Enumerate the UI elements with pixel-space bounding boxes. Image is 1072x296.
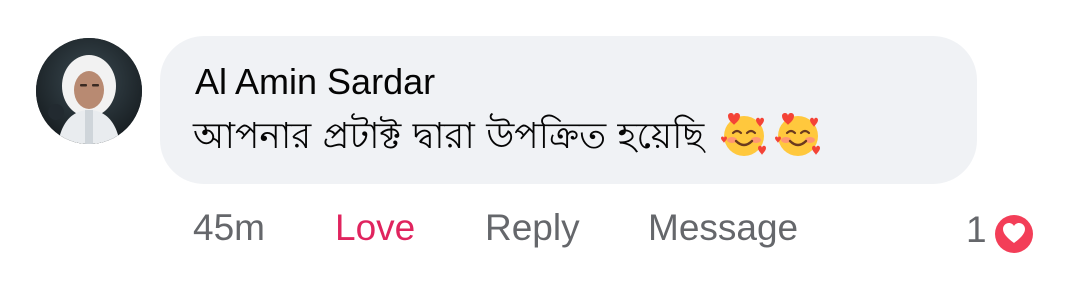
comment-author[interactable]: Al Amin Sardar [195,60,435,104]
comment-text: আপনার প্রটাক্ট দ্বারা উপক্রিত হয়েছি [193,116,705,157]
message-button[interactable]: Message [648,204,798,252]
love-button[interactable]: Love [335,204,415,252]
smiling-face-with-hearts-icon [718,108,770,160]
reply-button[interactable]: Reply [485,204,580,252]
smiling-face-with-hearts-icon [772,108,824,160]
avatar[interactable] [36,38,142,144]
comment-timestamp[interactable]: 45m [193,204,265,252]
comment-bubble: Al Amin Sardar আপনার প্রটাক্ট দ্বারা উপক… [160,36,977,184]
heart-reaction-icon [990,210,1038,258]
comment-text-line: আপনার প্রটাক্ট দ্বারা উপক্রিত হয়েছি [193,112,824,164]
comment: Al Amin Sardar আপনার প্রটাক্ট দ্বারা উপক… [0,0,1072,296]
reaction-count: 1 [966,209,987,250]
